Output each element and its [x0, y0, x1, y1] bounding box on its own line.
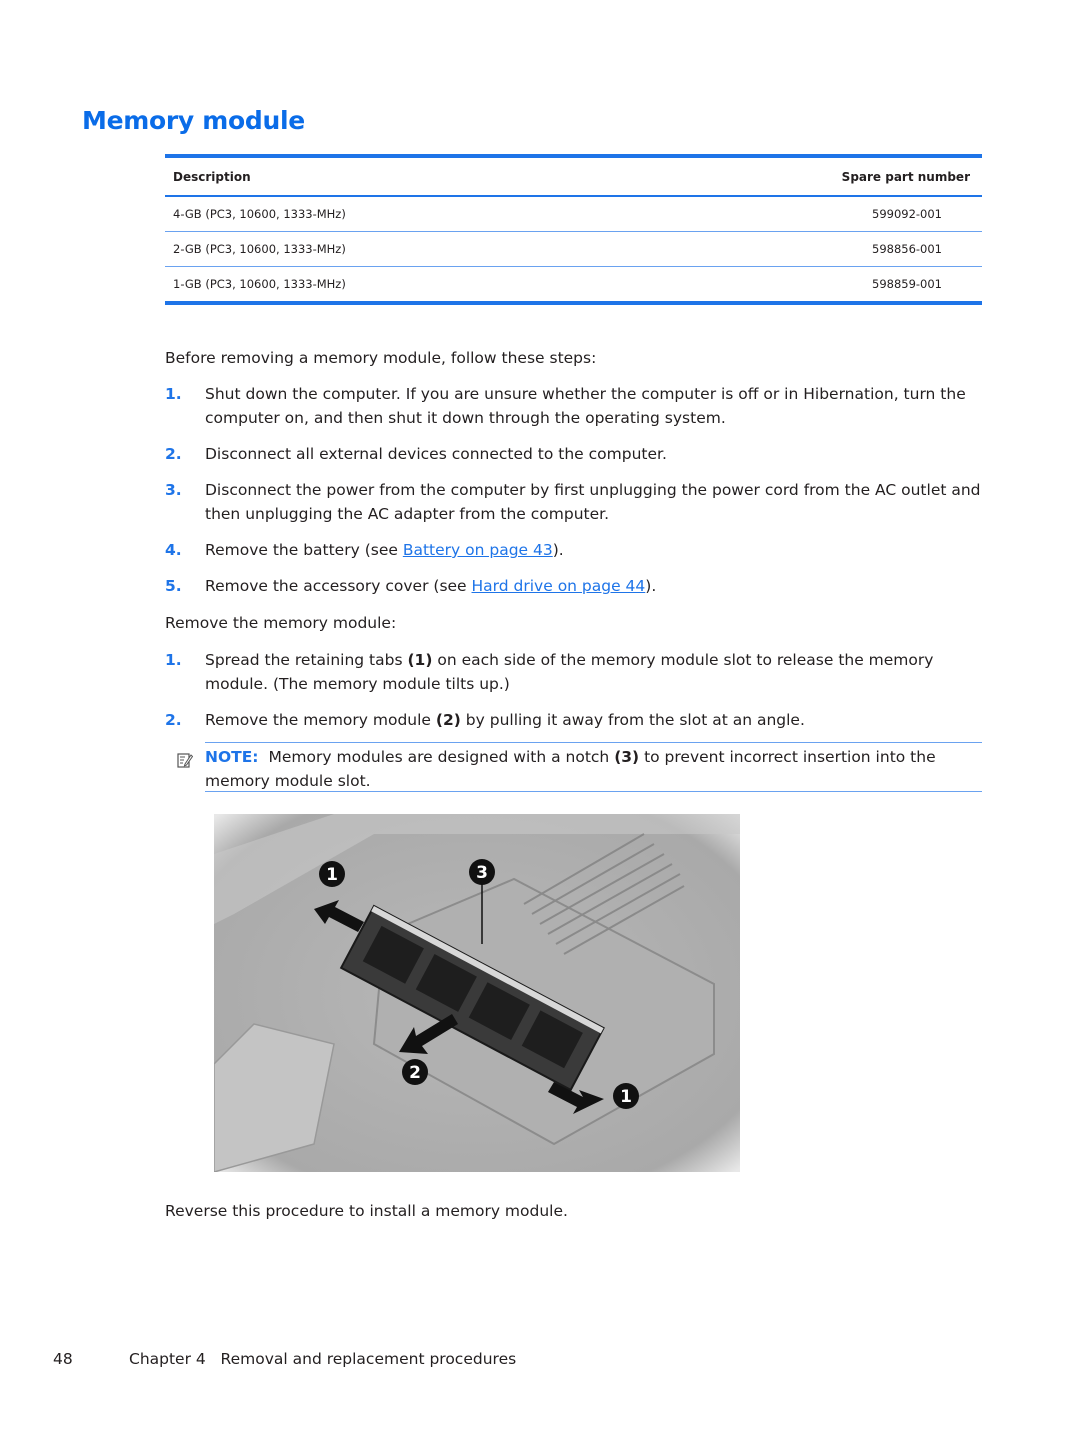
table-row: 4-GB (PC3, 10600, 1333-MHz) 599092-001	[165, 197, 982, 231]
page-title: Memory module	[82, 106, 305, 135]
step-text: Shut down the computer. If you are unsur…	[205, 385, 966, 427]
svg-text:3: 3	[476, 863, 488, 883]
step-text: Spread the retaining tabs (1) on each si…	[205, 648, 985, 696]
note-top-rule	[205, 742, 982, 743]
step-number: 4.	[165, 541, 182, 559]
prep-step-3: 3. Disconnect the power from the compute…	[165, 478, 985, 526]
header-spare-part-number: Spare part number	[841, 169, 970, 184]
note-pencil-icon	[177, 753, 193, 768]
prep-step-4: 4. Remove the battery (see Battery on pa…	[165, 538, 985, 562]
note-bottom-rule	[205, 791, 982, 792]
spare-parts-table: Description Spare part number 4-GB (PC3,…	[165, 154, 982, 305]
callout-1-bottom: 1	[613, 1083, 639, 1109]
prep-step-2: 2. Disconnect all external devices conne…	[165, 442, 985, 466]
cell-description: 1-GB (PC3, 10600, 1333-MHz)	[173, 277, 346, 291]
step-text: Disconnect the power from the computer b…	[205, 481, 981, 523]
hard-drive-link[interactable]: Hard drive on page 44	[472, 577, 646, 595]
step-number: 3.	[165, 481, 182, 499]
intro-text: Before removing a memory module, follow …	[165, 349, 597, 367]
callout-2: 2	[402, 1059, 428, 1085]
step-text-pre: Remove the battery (see	[205, 541, 403, 559]
table-header-row: Description Spare part number	[165, 158, 982, 195]
step-text-post: by pulling it away from the slot at an a…	[460, 711, 805, 729]
note-label: NOTE:	[205, 748, 259, 766]
step-text-pre: Remove the memory module	[205, 711, 436, 729]
note-text-pre: Memory modules are designed with a notch	[268, 748, 615, 766]
callout-ref: (2)	[435, 711, 461, 729]
callout-3: 3	[469, 859, 495, 885]
memory-module-illustration: 1 3 2 1	[214, 814, 740, 1172]
callout-ref: (1)	[407, 651, 433, 669]
svg-text:2: 2	[409, 1063, 421, 1083]
callout-1-top: 1	[319, 861, 345, 887]
step-text: Disconnect all external devices connecte…	[205, 445, 667, 463]
closing-text: Reverse this procedure to install a memo…	[165, 1202, 568, 1220]
step-number: 1.	[165, 385, 182, 403]
svg-text:1: 1	[326, 865, 338, 885]
step-number: 2.	[165, 445, 182, 463]
cell-description: 2-GB (PC3, 10600, 1333-MHz)	[173, 242, 346, 256]
table-row: 1-GB (PC3, 10600, 1333-MHz) 598859-001	[165, 267, 982, 301]
step-text-pre: Spread the retaining tabs	[205, 651, 408, 669]
step-text-post: ).	[552, 541, 564, 559]
battery-link[interactable]: Battery on page 43	[403, 541, 553, 559]
header-description: Description	[173, 169, 251, 184]
note-content: NOTE: Memory modules are designed with a …	[205, 745, 982, 793]
step-number: 1.	[165, 651, 182, 669]
step-number: 2.	[165, 711, 182, 729]
step-text: Remove the accessory cover (see Hard dri…	[205, 574, 985, 598]
table-bottom-rule	[165, 301, 982, 305]
page-number: 48	[53, 1350, 73, 1368]
step-text-post: ).	[645, 577, 657, 595]
callout-ref: (3)	[614, 748, 640, 766]
step-text: Remove the battery (see Battery on page …	[205, 538, 985, 562]
prep-step-5: 5. Remove the accessory cover (see Hard …	[165, 574, 985, 598]
remove-step-1: 1. Spread the retaining tabs (1) on each…	[165, 648, 985, 696]
step-text: Remove the memory module (2) by pulling …	[205, 708, 985, 732]
step-text-pre: Remove the accessory cover (see	[205, 577, 472, 595]
cell-part-number: 599092-001	[872, 207, 942, 221]
cell-part-number: 598856-001	[872, 242, 942, 256]
cell-description: 4-GB (PC3, 10600, 1333-MHz)	[173, 207, 346, 221]
remove-intro-text: Remove the memory module:	[165, 614, 397, 632]
cell-part-number: 598859-001	[872, 277, 942, 291]
chapter-footer: Chapter 4 Removal and replacement proced…	[129, 1350, 517, 1368]
table-row: 2-GB (PC3, 10600, 1333-MHz) 598856-001	[165, 232, 982, 266]
prep-step-1: 1. Shut down the computer. If you are un…	[165, 382, 985, 430]
svg-text:1: 1	[620, 1087, 632, 1107]
remove-step-2: 2. Remove the memory module (2) by pulli…	[165, 708, 985, 732]
step-number: 5.	[165, 577, 182, 595]
